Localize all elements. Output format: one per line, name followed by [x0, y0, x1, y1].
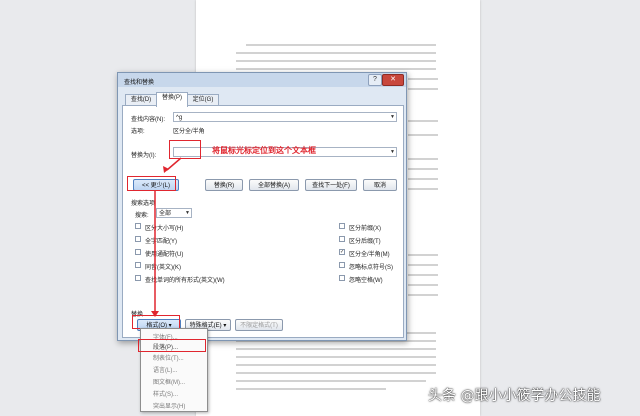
arrow-head — [151, 311, 159, 317]
annotation-arrows — [151, 157, 182, 317]
menu-item-tabs[interactable]: 制表位(T)... — [153, 353, 184, 362]
tab-replace[interactable]: 替换(P) — [156, 92, 188, 107]
menu-item-highlight[interactable]: 突出显示(H) — [153, 401, 185, 410]
menu-item-frame[interactable]: 图文框(M)... — [153, 377, 185, 386]
arrow-head — [163, 166, 169, 173]
menu-item-style[interactable]: 样式(S)... — [153, 389, 178, 398]
menu-item-language[interactable]: 语言(L)... — [153, 365, 177, 374]
watermark: 头条 @跟小小筱学办公技能 — [428, 388, 601, 404]
arrow-line — [166, 157, 182, 171]
paragraph-item-highlight — [138, 339, 206, 352]
